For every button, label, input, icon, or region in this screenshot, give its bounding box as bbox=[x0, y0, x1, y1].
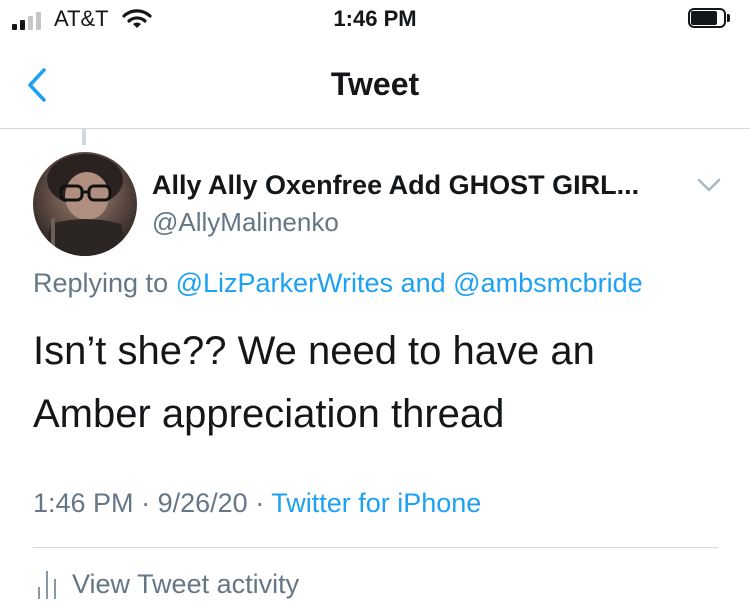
reply-and-label: and bbox=[400, 268, 446, 298]
view-tweet-activity-label: View Tweet activity bbox=[72, 569, 300, 599]
thread-connector-line bbox=[82, 129, 86, 145]
battery-icon bbox=[688, 8, 732, 30]
status-bar: AT&T 1:46 PM bbox=[0, 0, 750, 40]
chevron-down-icon[interactable] bbox=[696, 177, 722, 193]
replying-to-label: Replying to bbox=[33, 268, 169, 298]
header-divider bbox=[0, 128, 750, 129]
meta-separator: · bbox=[255, 488, 265, 518]
avatar-image bbox=[43, 154, 129, 256]
meta-divider bbox=[33, 547, 718, 548]
reply-mention-1[interactable]: @LizParkerWrites bbox=[176, 268, 393, 298]
bar-chart-icon bbox=[36, 569, 62, 599]
tweet-text: Isn’t she?? We need to have an Amber app… bbox=[33, 320, 723, 446]
meta-separator: · bbox=[141, 488, 151, 518]
display-name[interactable]: Ally Ally Oxenfree Add GHOST GIRL... bbox=[152, 170, 639, 201]
tweet-meta: 1:46 PM · 9/26/20 · Twitter for iPhone bbox=[33, 488, 481, 519]
avatar[interactable] bbox=[33, 152, 137, 256]
status-time: 1:46 PM bbox=[333, 6, 417, 31]
tweet-date: 9/26/20 bbox=[157, 488, 248, 518]
view-tweet-activity-button[interactable]: View Tweet activity bbox=[36, 569, 299, 600]
tweet-time: 1:46 PM bbox=[33, 488, 134, 518]
user-handle[interactable]: @AllyMalinenko bbox=[152, 207, 339, 238]
tweet-text-line: Isn’t she?? We need to have an bbox=[33, 329, 595, 373]
replying-to: Replying to @LizParkerWrites and @ambsmc… bbox=[33, 268, 643, 299]
page-title: Tweet bbox=[330, 66, 420, 102]
tweet-source-link[interactable]: Twitter for iPhone bbox=[271, 488, 481, 518]
tweet-text-line: Amber appreciation thread bbox=[33, 392, 505, 436]
reply-mention-2[interactable]: @ambsmcbride bbox=[453, 268, 642, 298]
